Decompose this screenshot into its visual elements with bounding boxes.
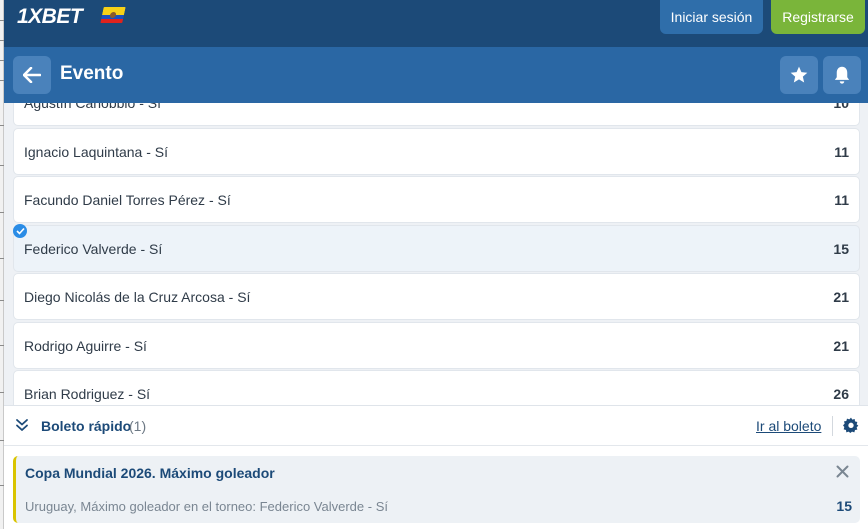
divider xyxy=(832,416,833,436)
close-icon[interactable] xyxy=(836,465,849,478)
market-name: Diego Nicolás de la Cruz Arcosa - Sí xyxy=(24,289,251,305)
bell-icon xyxy=(834,66,850,84)
market-name: Brian Rodriguez - Sí xyxy=(24,386,151,402)
market-row[interactable]: Rodrigo Aguirre - Sí 21 xyxy=(13,322,860,369)
back-button[interactable] xyxy=(13,56,51,94)
background-browser-edge xyxy=(0,0,4,529)
market-row[interactable]: Agustín Canobbio - Sí 10 xyxy=(13,103,860,126)
market-odd: 15 xyxy=(833,241,849,257)
market-row-selected[interactable]: Federico Valverde - Sí 15 xyxy=(13,224,860,272)
quick-bet-slip: Boleto rápido (1) Ir al boleto Copa Mund… xyxy=(4,405,868,529)
bet-slip-title: Boleto rápido xyxy=(41,418,132,434)
market-name: Agustín Canobbio - Sí xyxy=(24,103,161,111)
login-button[interactable]: Iniciar sesión xyxy=(660,0,763,34)
double-chevron-down-icon[interactable] xyxy=(15,418,29,432)
market-list: Agustín Canobbio - Sí 10 Ignacio Laquint… xyxy=(4,103,868,405)
bet-slip-count: (1) xyxy=(129,418,147,434)
page-title: Evento xyxy=(60,63,124,84)
market-row[interactable]: Facundo Daniel Torres Pérez - Sí 11 xyxy=(13,176,860,223)
go-to-slip-link[interactable]: Ir al boleto xyxy=(756,418,821,434)
market-row[interactable]: Ignacio Laquintana - Sí 11 xyxy=(13,128,860,175)
bet-card: Copa Mundial 2026. Máximo goleador Urugu… xyxy=(13,456,860,523)
arrow-left-icon xyxy=(23,67,41,83)
ecuador-flag-icon[interactable] xyxy=(100,7,126,23)
market-row[interactable]: Brian Rodriguez - Sí 26 xyxy=(13,370,860,405)
market-name: Ignacio Laquintana - Sí xyxy=(24,144,168,160)
event-bar: Evento xyxy=(4,47,868,103)
brand-logo[interactable]: 1XBET xyxy=(17,5,83,29)
market-name: Facundo Daniel Torres Pérez - Sí xyxy=(24,192,231,208)
selected-check-icon xyxy=(13,224,27,238)
market-odd: 21 xyxy=(833,338,849,354)
market-odd: 26 xyxy=(833,386,849,402)
bet-description: Uruguay, Máximo goleador en el torneo: F… xyxy=(25,499,388,514)
market-row[interactable]: Diego Nicolás de la Cruz Arcosa - Sí 21 xyxy=(13,273,860,320)
favorite-button[interactable] xyxy=(780,56,818,94)
star-icon xyxy=(790,66,808,83)
market-name: Federico Valverde - Sí xyxy=(24,241,163,257)
notifications-button[interactable] xyxy=(823,56,861,94)
market-odd: 11 xyxy=(834,192,849,208)
market-odd: 10 xyxy=(833,103,849,111)
top-header: 1XBET Iniciar sesión Registrarse xyxy=(4,0,868,47)
bet-odd: 15 xyxy=(836,498,852,514)
gear-icon[interactable] xyxy=(843,417,859,433)
bet-slip-header[interactable]: Boleto rápido (1) Ir al boleto xyxy=(4,406,868,446)
bet-event-title: Copa Mundial 2026. Máximo goleador xyxy=(25,465,275,481)
market-name: Rodrigo Aguirre - Sí xyxy=(24,338,147,354)
market-odd: 21 xyxy=(833,289,849,305)
market-odd: 11 xyxy=(834,144,849,160)
register-button[interactable]: Registrarse xyxy=(771,0,865,34)
